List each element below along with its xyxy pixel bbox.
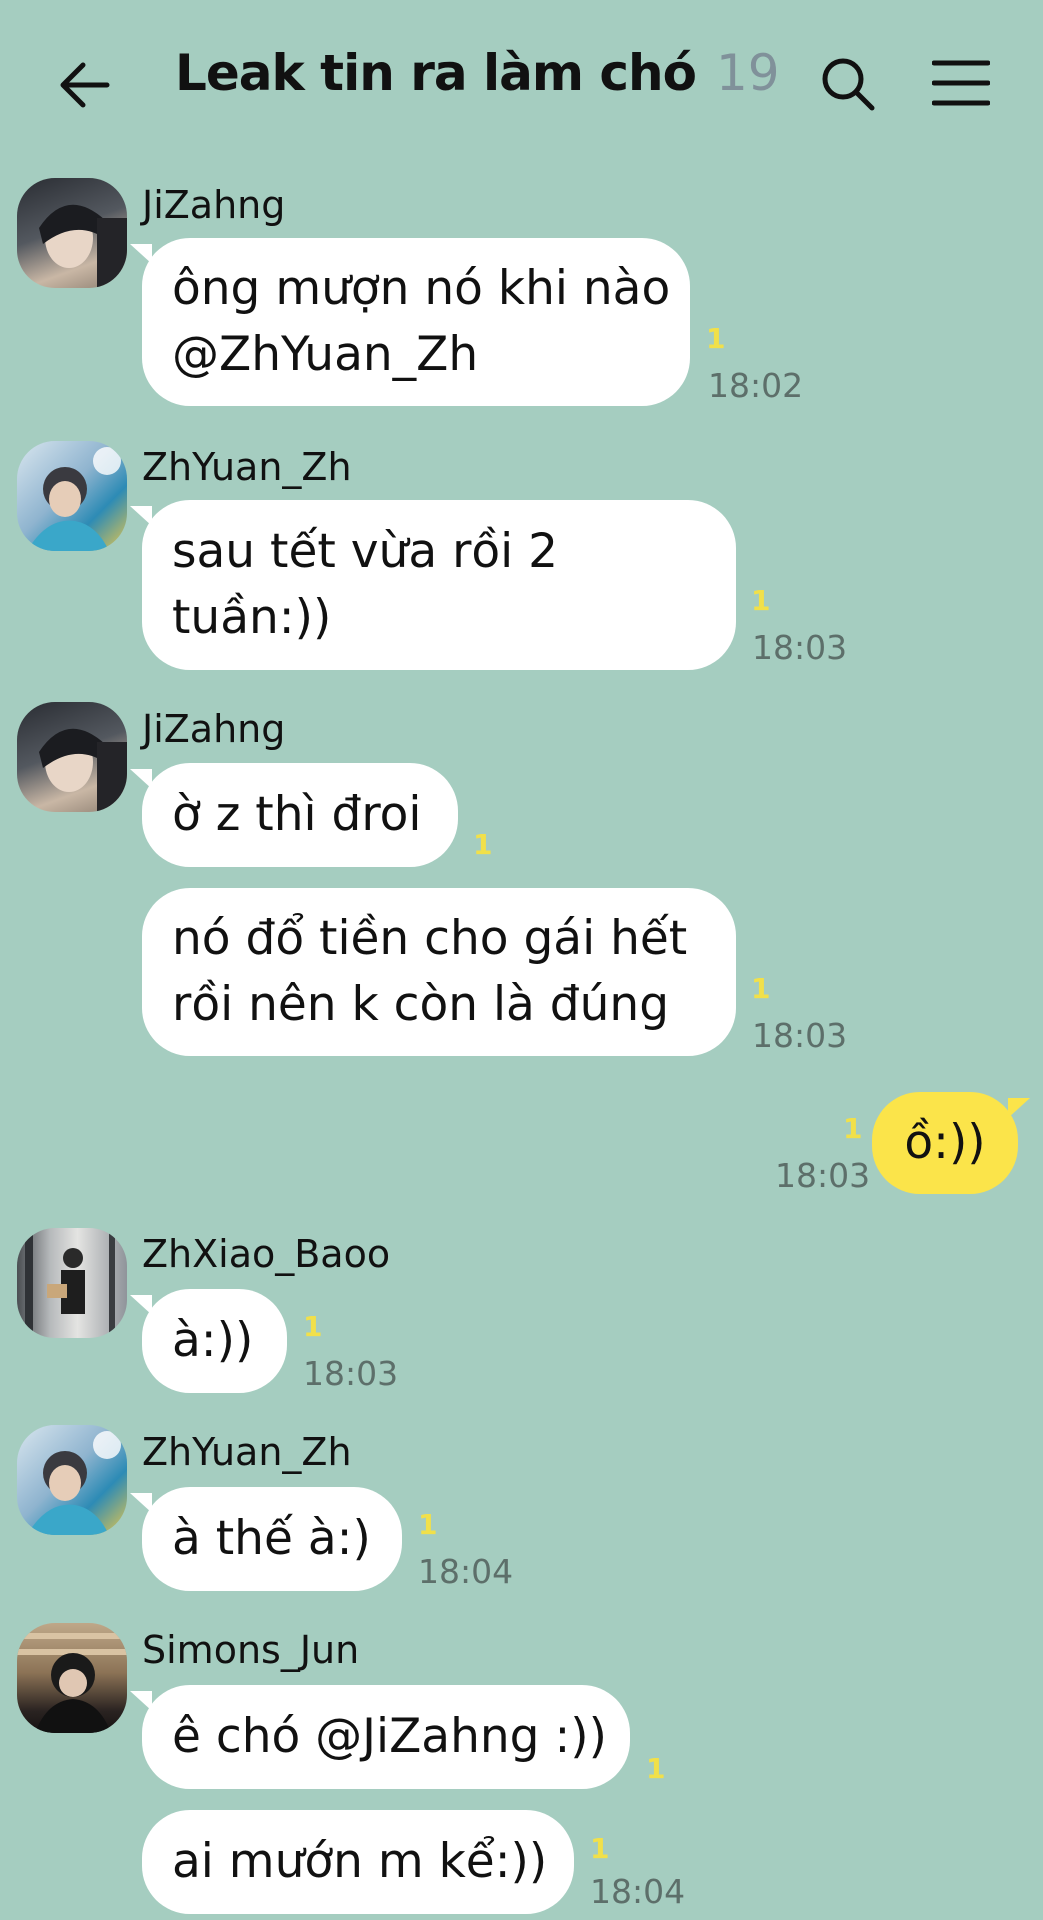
message-line: rồi nên k còn là đúng [172,977,670,1032]
message-bubble[interactable]: ờ z thì đroi [130,763,458,867]
message-bubble[interactable]: sau tết vừa rồi 2 tuần:)) [130,500,736,670]
avatar-jizahng[interactable] [17,702,127,812]
message-bubble[interactable]: à:)) [130,1289,287,1393]
avatar-simons[interactable] [17,1623,127,1733]
message-bubble[interactable]: nó đổ tiền cho gái hết rồi nên k còn là … [142,888,736,1056]
avatar-zhyuan[interactable] [17,1425,127,1535]
message-line: à:)) [172,1313,254,1368]
message-line: tuần:)) [172,590,332,645]
sender-name: ZhYuan_Zh [142,445,352,489]
chat-title-area[interactable]: Leak tin ra làm chó 19 [175,44,780,124]
message-bubble[interactable]: à thế à:) [130,1487,402,1591]
message-line: ồ:)) [904,1115,986,1170]
message-line: ai mướn m kể:)) [172,1834,548,1889]
message-time: 18:03 [775,1156,871,1195]
unread-count: 1 [843,1112,863,1145]
sender-name: ZhXiao_Baoo [142,1232,391,1276]
chat-header: Leak tin ra làm chó 19 [0,0,1043,170]
member-count: 19 [716,44,780,102]
unread-count: 1 [590,1832,610,1865]
message-bubble[interactable]: ông mượn nó khi nào @ZhYuan_Zh [130,238,690,406]
message-bubble[interactable]: ê chó @JiZahng :)) [130,1685,630,1789]
message-line: ờ z thì đroi [172,787,422,842]
message-line: ê chó @JiZahng :)) [172,1709,607,1764]
menu-icon[interactable] [931,58,991,108]
message-bubble[interactable]: ai mướn m kể:)) [142,1810,574,1914]
sender-name: Simons_Jun [142,1628,360,1672]
unread-count: 1 [751,972,771,1005]
message-time: 18:02 [708,366,804,405]
search-icon[interactable] [818,54,878,114]
message-line: sau tết vừa rồi 2 [172,524,559,579]
message-time: 18:03 [752,628,848,667]
unread-count: 1 [646,1752,666,1785]
unread-count: 1 [751,584,771,617]
message-time: 18:04 [590,1872,686,1911]
unread-count: 1 [706,322,726,355]
sender-name: JiZahng [142,707,286,751]
message-time: 18:03 [303,1354,399,1393]
avatar-jizahng[interactable] [17,178,127,288]
avatar-zhyuan[interactable] [17,441,127,551]
sender-name: ZhYuan_Zh [142,1430,352,1474]
unread-count: 1 [303,1310,323,1343]
message-line: @ZhYuan_Zh [172,327,479,382]
avatar-zhxiao[interactable] [17,1228,127,1338]
chat-title: Leak tin ra làm chó [175,44,697,102]
unread-count: 1 [418,1508,438,1541]
sender-name: JiZahng [142,183,286,227]
message-time: 18:04 [418,1552,514,1591]
message-time: 18:03 [752,1016,848,1055]
message-line: nó đổ tiền cho gái hết [172,911,688,966]
message-line: à thế à:) [172,1511,371,1566]
back-arrow-icon[interactable] [55,55,115,115]
message-line: ông mượn nó khi nào [172,261,671,316]
unread-count: 1 [473,828,493,861]
my-message-bubble[interactable]: ồ:)) [872,1092,1030,1194]
